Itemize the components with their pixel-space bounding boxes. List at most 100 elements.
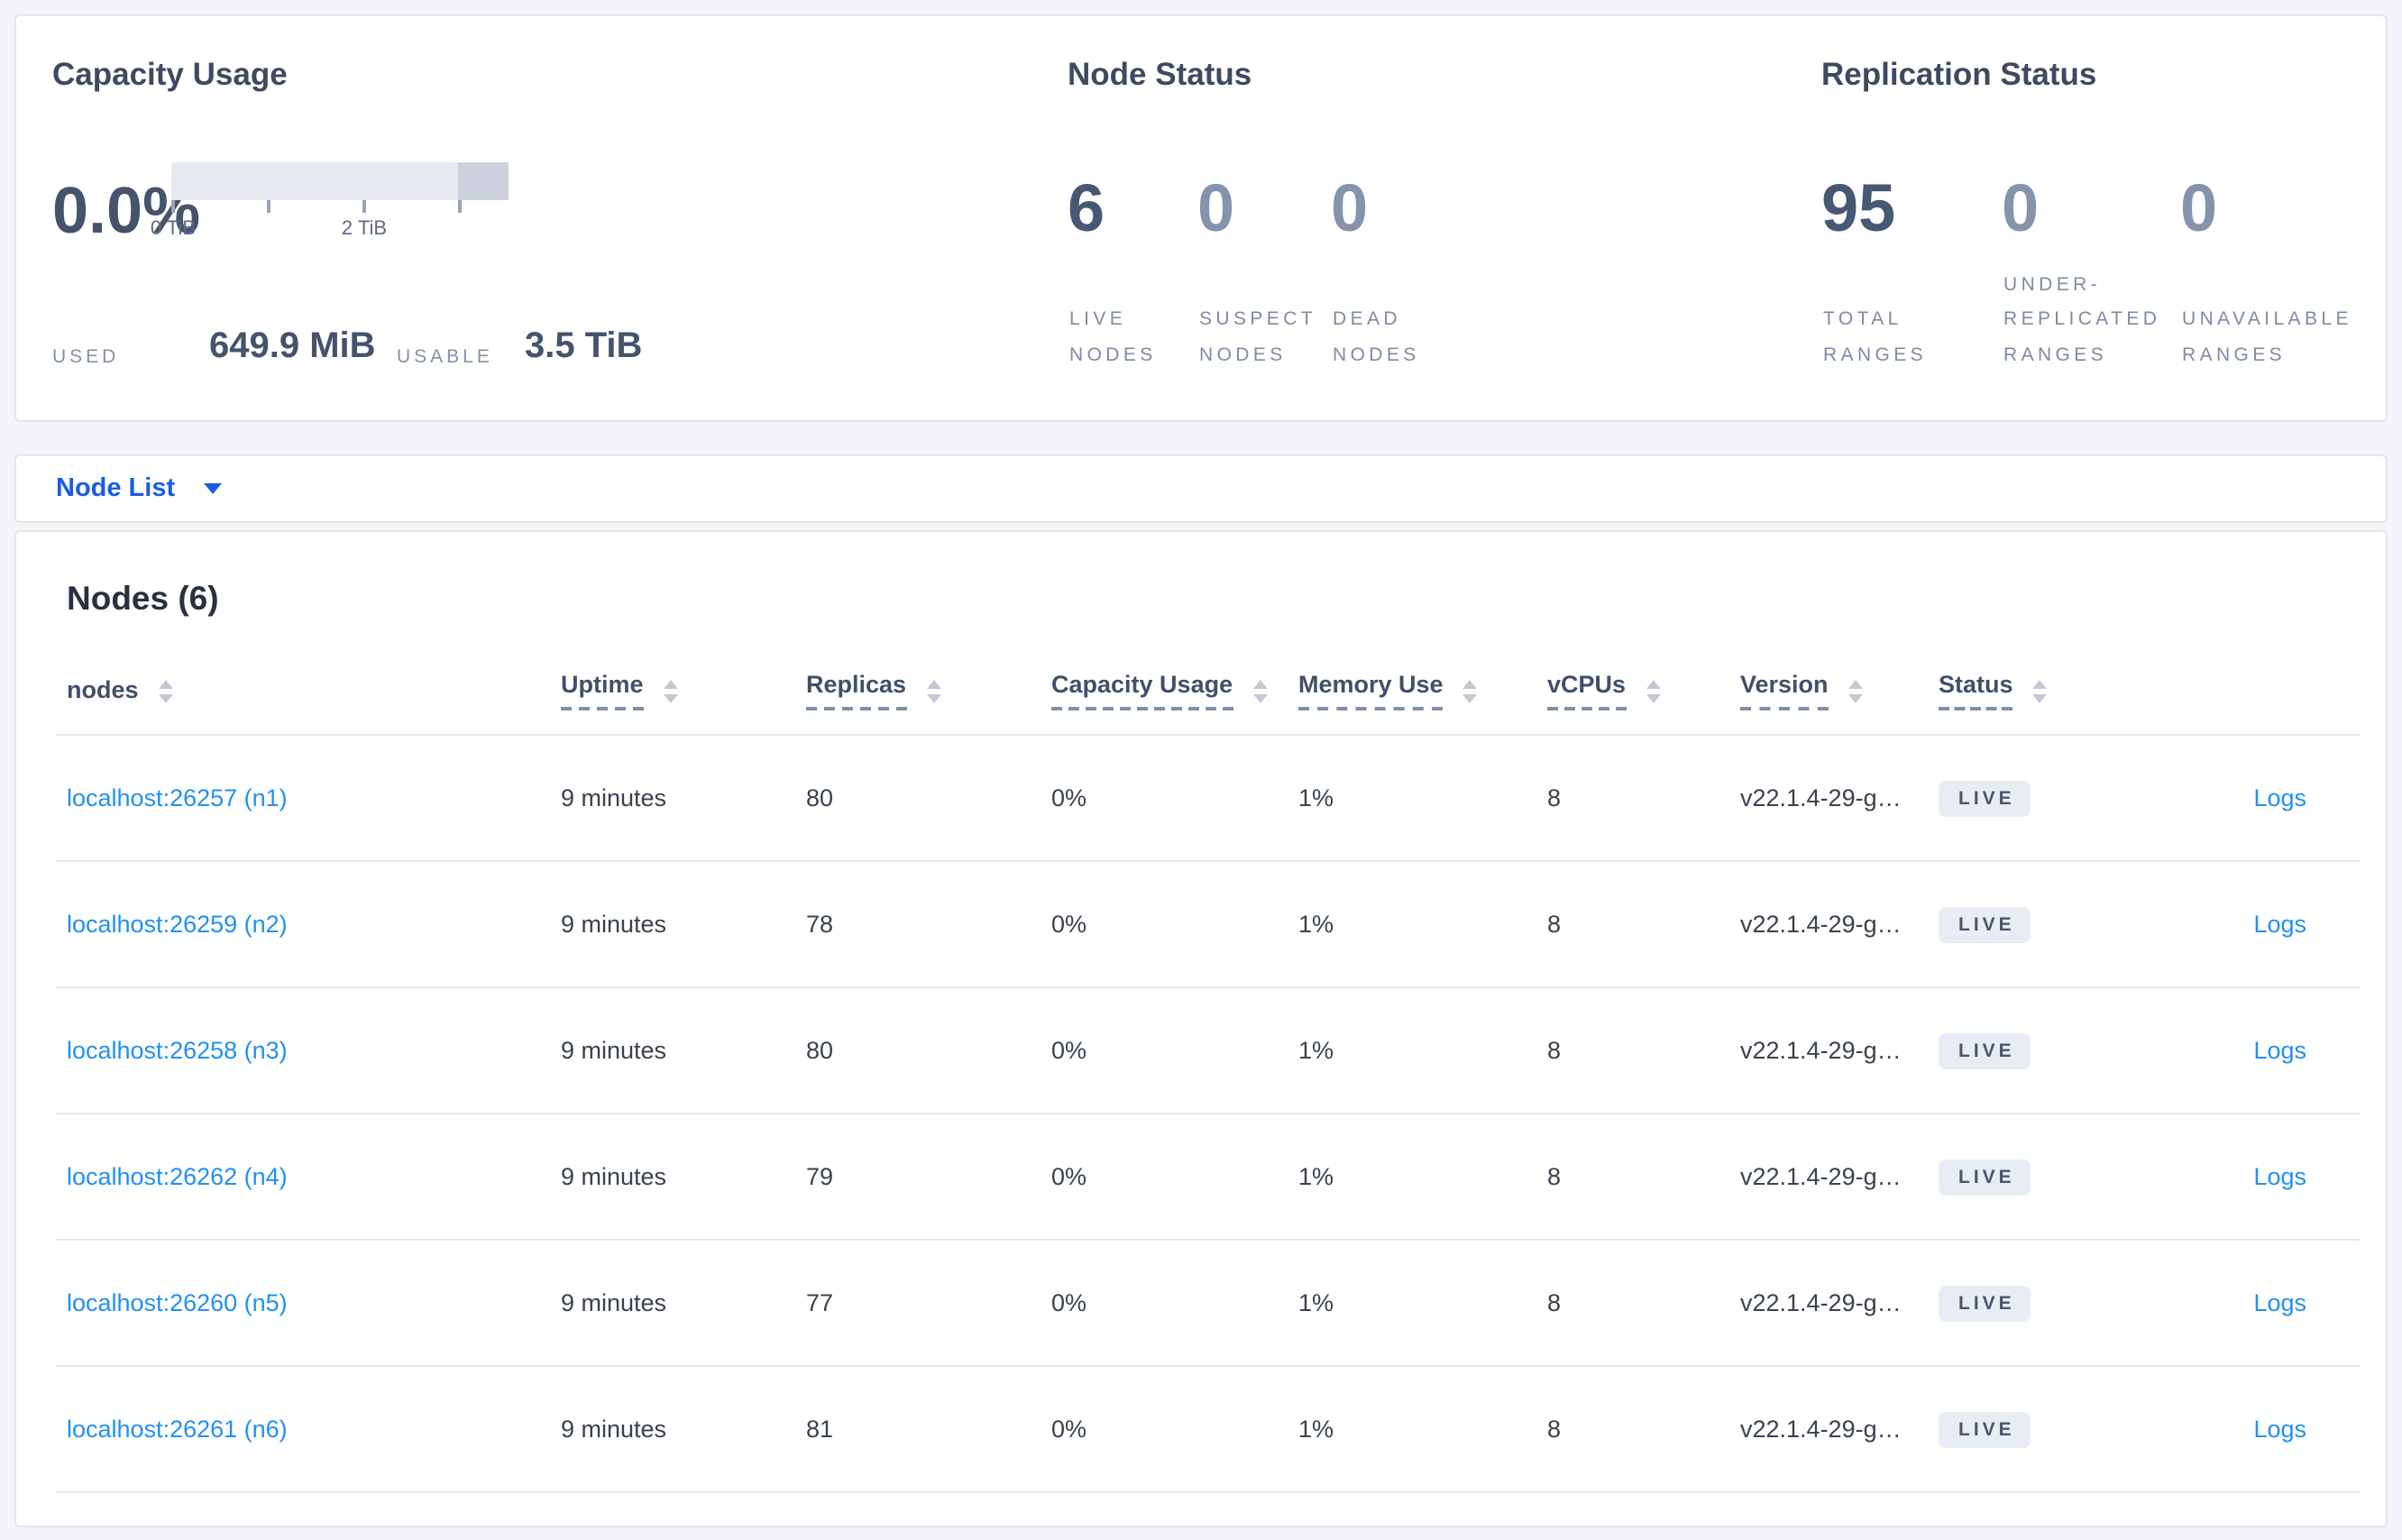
table-row: localhost:26258 (n3) 9 minutes 80 0% 1% … — [56, 988, 2361, 1114]
dead-nodes-count: 0 — [1331, 171, 1369, 245]
nodes-table: nodes Uptime Replicas Capacity Usage Mem… — [56, 647, 2361, 1493]
capacity-cell: 0% — [1051, 784, 1087, 811]
capacity-axis-tick — [458, 200, 462, 213]
sort-icon — [663, 679, 678, 702]
node-list-dropdown-label: Node List — [56, 474, 176, 503]
used-value: 649.9 MiB — [209, 326, 376, 366]
vcpus-cell: 8 — [1547, 784, 1562, 811]
capacity-axis-label-2: 2 TiB — [341, 218, 388, 240]
replicas-cell: 81 — [806, 1416, 834, 1443]
capacity-cell: 0% — [1051, 1163, 1087, 1190]
vcpus-cell: 8 — [1547, 1416, 1562, 1443]
nodes-table-card: Nodes (6) nodes Uptime Replicas Capacity… — [14, 530, 2388, 1527]
column-header-memory-use[interactable]: Memory Use — [1298, 671, 1547, 711]
capacity-cell: 0% — [1051, 1037, 1087, 1064]
capacity-axis-tick — [171, 200, 175, 213]
version-cell: v22.1.4-29-g… — [1740, 1289, 1902, 1316]
memory-cell: 1% — [1298, 911, 1334, 938]
vcpus-cell: 8 — [1547, 1289, 1562, 1316]
live-nodes-label: LIVE NODES — [1069, 308, 1157, 365]
capacity-axis-tick — [267, 200, 270, 213]
version-cell: v22.1.4-29-g… — [1740, 911, 1902, 938]
column-header-vcpus[interactable]: vCPUs — [1547, 671, 1740, 711]
version-cell: v22.1.4-29-g… — [1740, 1416, 1902, 1443]
under-replicated-ranges-count: 0 — [2002, 171, 2040, 245]
capacity-axis-label-0: 0 TiB — [150, 218, 197, 240]
replication-status-title: Replication Status — [1821, 56, 2097, 92]
status-badge: LIVE — [1939, 780, 2031, 816]
column-header-status[interactable]: Status — [1939, 671, 2144, 711]
replicas-cell: 80 — [806, 784, 834, 811]
dead-nodes-label: DEAD NODES — [1333, 308, 1420, 365]
table-row: localhost:26260 (n5) 9 minutes 77 0% 1% … — [56, 1241, 2361, 1367]
usable-value: 3.5 TiB — [525, 326, 643, 366]
capacity-cell: 0% — [1051, 1416, 1087, 1443]
capacity-bar-dark-segment — [458, 162, 509, 200]
node-link[interactable]: localhost:26261 (n6) — [67, 1416, 288, 1443]
memory-cell: 1% — [1298, 1416, 1334, 1443]
table-row: localhost:26259 (n2) 9 minutes 78 0% 1% … — [56, 862, 2361, 988]
replicas-cell: 78 — [806, 911, 834, 938]
node-link[interactable]: localhost:26260 (n5) — [67, 1289, 288, 1316]
column-header-uptime[interactable]: Uptime — [561, 671, 806, 711]
nodes-table-title: Nodes (6) — [67, 579, 219, 617]
capacity-usage-bar — [171, 162, 509, 200]
version-cell: v22.1.4-29-g… — [1740, 1037, 1902, 1064]
memory-cell: 1% — [1298, 1289, 1334, 1316]
sort-icon — [1847, 679, 1863, 702]
status-badge: LIVE — [1939, 1411, 2031, 1447]
table-row: localhost:26257 (n1) 9 minutes 80 0% 1% … — [56, 736, 2361, 862]
logs-link[interactable]: Logs — [2253, 784, 2306, 811]
status-badge: LIVE — [1939, 1285, 2031, 1321]
capacity-cell: 0% — [1051, 911, 1087, 938]
unavailable-ranges-label: UNAVAILABLE RANGES — [2182, 308, 2352, 365]
sort-icon — [2032, 679, 2048, 702]
capacity-axis-tick — [362, 200, 366, 213]
logs-link[interactable]: Logs — [2253, 911, 2306, 938]
memory-cell: 1% — [1298, 1163, 1334, 1190]
node-link[interactable]: localhost:26258 (n3) — [67, 1037, 288, 1064]
logs-link[interactable]: Logs — [2253, 1037, 2306, 1064]
usable-label: USABLE — [397, 346, 493, 368]
unavailable-ranges-metric: 0 UNAVAILABLE RANGES — [2180, 175, 2379, 373]
uptime-cell: 9 minutes — [561, 1163, 667, 1190]
uptime-cell: 9 minutes — [561, 1037, 667, 1064]
column-header-nodes[interactable]: nodes — [67, 676, 561, 705]
node-list-dropdown[interactable]: Node List — [56, 456, 223, 521]
cluster-summary-card: Capacity Usage 0.0% 0 TiB 2 TiB USED 649… — [14, 14, 2388, 422]
used-label: USED — [52, 346, 120, 368]
sort-icon — [1252, 679, 1268, 702]
status-badge: LIVE — [1939, 906, 2031, 942]
column-header-replicas[interactable]: Replicas — [806, 671, 1051, 711]
memory-cell: 1% — [1298, 1037, 1334, 1064]
suspect-nodes-label: SUSPECT NODES — [1199, 308, 1316, 365]
cluster-overview-page: Capacity Usage 0.0% 0 TiB 2 TiB USED 649… — [0, 0, 2402, 1540]
logs-link[interactable]: Logs — [2253, 1163, 2306, 1190]
uptime-cell: 9 minutes — [561, 1289, 667, 1316]
vcpus-cell: 8 — [1547, 1037, 1562, 1064]
node-link[interactable]: localhost:26262 (n4) — [67, 1163, 288, 1190]
sort-icon — [158, 679, 173, 702]
logs-link[interactable]: Logs — [2253, 1416, 2306, 1443]
capacity-usage-title: Capacity Usage — [52, 56, 288, 92]
version-cell: v22.1.4-29-g… — [1740, 784, 1902, 811]
under-replicated-ranges-label: UNDER- REPLICATED RANGES — [2003, 273, 2161, 365]
replicas-cell: 79 — [806, 1163, 834, 1190]
column-header-version[interactable]: Version — [1740, 671, 1939, 711]
node-link[interactable]: localhost:26259 (n2) — [67, 911, 288, 938]
status-badge: LIVE — [1939, 1159, 2031, 1195]
total-ranges-metric: 95 TOTAL RANGES — [1821, 175, 1994, 373]
logs-link[interactable]: Logs — [2253, 1289, 2306, 1316]
sort-icon — [1646, 679, 1661, 702]
status-badge: LIVE — [1939, 1032, 2031, 1068]
view-selector-bar: Node List — [14, 454, 2388, 523]
node-link[interactable]: localhost:26257 (n1) — [67, 784, 288, 811]
total-ranges-count: 95 — [1821, 171, 1896, 245]
uptime-cell: 9 minutes — [561, 1416, 667, 1443]
sort-icon — [1462, 679, 1478, 702]
node-status-title: Node Status — [1068, 56, 1252, 92]
column-header-capacity-usage[interactable]: Capacity Usage — [1051, 671, 1298, 711]
chevron-down-icon — [204, 483, 223, 494]
unavailable-ranges-count: 0 — [2180, 171, 2218, 245]
table-row: localhost:26261 (n6) 9 minutes 81 0% 1% … — [56, 1367, 2361, 1493]
